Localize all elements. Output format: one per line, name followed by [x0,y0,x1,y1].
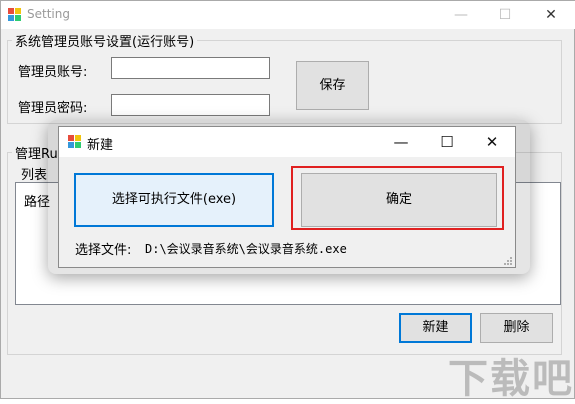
dialog-app-icon [68,135,82,149]
watermark-text: 下载吧 [448,356,574,402]
admin-group-label: 系统管理员账号设置(运行账号) [12,31,198,50]
minimize-button[interactable]: — [441,1,481,29]
account-label: 管理员账号: [18,65,88,80]
maximize-button[interactable]: ☐ [485,1,525,29]
dialog-title: 新建 [87,138,114,153]
resize-grip-icon[interactable] [503,255,513,265]
password-label: 管理员密码: [18,101,88,116]
selected-file-label: 选择文件: [75,243,132,258]
save-button[interactable]: 保存 [296,61,369,110]
title-bar: Setting — ☐ ✕ [1,1,575,29]
delete-button[interactable]: 删除 [480,313,553,343]
dialog-title-bar: 新建 — ☐ ✕ [59,127,515,157]
dialog-close-button[interactable]: ✕ [470,127,514,157]
select-exe-button[interactable]: 选择可执行文件(exe) [74,173,274,227]
password-input[interactable] [111,94,270,116]
window-title: Setting [27,7,70,21]
dialog-maximize-button[interactable]: ☐ [425,127,469,157]
selected-file-path: D:\会议录音系统\会议录音系统.exe [145,242,347,256]
dialog-minimize-button[interactable]: — [379,127,423,157]
confirm-button[interactable]: 确定 [301,173,497,227]
app-icon [8,8,22,22]
new-button[interactable]: 新建 [399,313,472,343]
watermark-logo: 下载吧 [440,340,575,402]
column-header-path: 路径 [24,195,51,210]
new-dialog: 新建 — ☐ ✕ 选择可执行文件(exe) 确定 选择文件: D:\会议录音系统… [58,126,516,268]
admin-account-group [7,40,562,124]
account-input[interactable] [111,57,270,79]
list-label: 列表 [18,164,51,183]
close-button[interactable]: ✕ [531,1,571,29]
